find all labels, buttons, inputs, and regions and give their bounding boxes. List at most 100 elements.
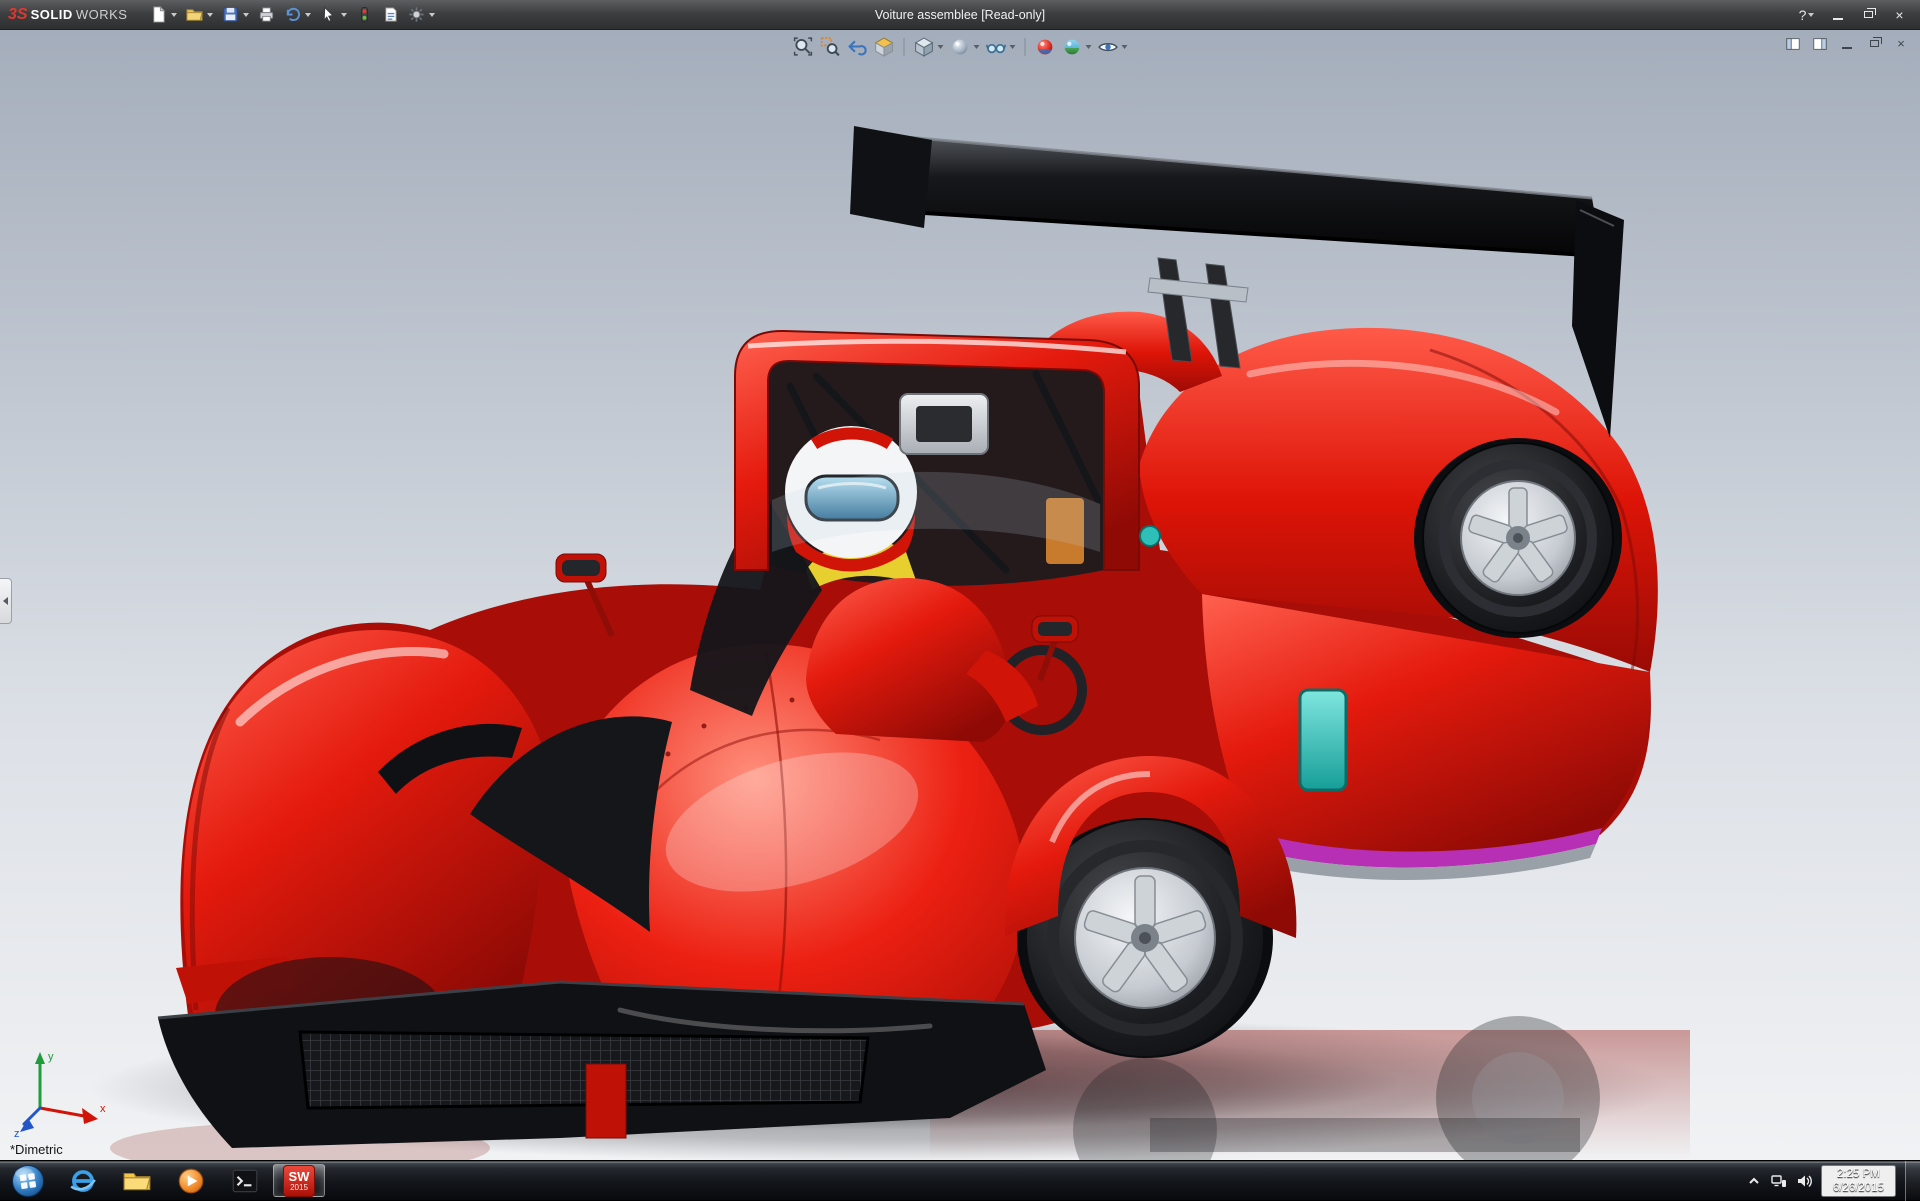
clock-time: 2:25 PM [1837, 1167, 1880, 1181]
system-tray: 2:25 PM 6/26/2015 [1746, 1161, 1920, 1200]
hide-show-items-button[interactable] [984, 34, 1018, 59]
restore-button[interactable] [1854, 4, 1883, 26]
open-button[interactable] [183, 4, 216, 25]
taskbar-item-internet-explorer[interactable] [57, 1164, 109, 1197]
media-player-icon [176, 1166, 206, 1196]
chevron-up-icon [1746, 1173, 1762, 1189]
view-orientation-button[interactable] [912, 34, 946, 59]
dropdown-caret-icon [1010, 45, 1016, 49]
select-button[interactable] [317, 4, 350, 25]
app-name-light: WORKS [76, 7, 128, 22]
zoom-to-fit-button[interactable] [791, 34, 816, 59]
toolbar-separator [1025, 38, 1026, 56]
volume-tray-button[interactable] [1796, 1173, 1812, 1189]
save-button[interactable] [219, 4, 252, 25]
solidworks-logo[interactable]: 3S SOLIDWORKS [8, 6, 127, 24]
scene-ball-icon [1062, 36, 1083, 57]
previous-view-button[interactable] [845, 34, 870, 59]
display-style-button[interactable] [948, 34, 982, 59]
window-title: Voiture assemblee [Read-only] [875, 8, 1045, 22]
taskbar-item-media-player[interactable] [165, 1164, 217, 1197]
open-folder-icon [186, 6, 203, 23]
pane-left-button[interactable] [1782, 34, 1804, 53]
new-document-icon [150, 6, 167, 23]
titlebar: 3S SOLIDWORKS [0, 0, 1920, 30]
taskbar-item-solidworks-2015[interactable]: SW 2015 [273, 1164, 325, 1197]
start-button[interactable] [0, 1161, 56, 1200]
minimize-icon [1842, 47, 1852, 49]
hidden-icons-button[interactable] [1746, 1173, 1762, 1189]
command-prompt-icon [230, 1166, 260, 1196]
triad-z-label: z [14, 1128, 20, 1138]
dropdown-caret-icon [171, 13, 177, 17]
network-icon [1771, 1173, 1787, 1189]
close-button[interactable]: × [1885, 4, 1914, 26]
show-desktop-button[interactable] [1905, 1161, 1920, 1201]
model-canvas[interactable] [0, 30, 1920, 1160]
solidworks-logo-mark-icon: 3S [8, 6, 28, 24]
dropdown-caret-icon [1808, 13, 1814, 17]
document-window-controls: × [1782, 34, 1912, 53]
collapse-sidebar-handle[interactable] [0, 578, 12, 624]
section-view-button[interactable] [872, 34, 897, 59]
clock-date: 6/26/2015 [1833, 1181, 1884, 1195]
car-rear-wheel[interactable] [1414, 438, 1622, 638]
doc-minimize-button[interactable] [1836, 34, 1858, 53]
zoom-to-area-icon [820, 36, 841, 57]
zoom-to-area-button[interactable] [818, 34, 843, 59]
graphics-area[interactable]: × y x z *Dimetric [0, 30, 1920, 1160]
heads-up-toolbar [791, 34, 1130, 59]
new-document-button[interactable] [147, 4, 180, 25]
taskbar-item-command-prompt[interactable] [219, 1164, 271, 1197]
rebuild-icon [356, 6, 373, 23]
triad-x-label: x [100, 1103, 106, 1115]
pane-right-icon [1812, 36, 1828, 52]
speaker-icon [1796, 1173, 1812, 1189]
file-properties-button[interactable] [379, 4, 402, 25]
print-icon [258, 6, 275, 23]
view-settings-button[interactable] [1096, 34, 1130, 59]
pane-right-button[interactable] [1809, 34, 1831, 53]
orientation-triad: y x z [12, 1046, 108, 1138]
taskbar-item-file-explorer[interactable] [111, 1164, 163, 1197]
sw-badge-line2: 2015 [290, 1183, 308, 1192]
triad-y-label: y [48, 1051, 54, 1063]
dropdown-caret-icon [1122, 45, 1128, 49]
doc-close-button[interactable]: × [1890, 34, 1912, 53]
section-view-icon [874, 36, 895, 57]
appearance-ball-icon [1035, 36, 1056, 57]
close-icon: × [1897, 36, 1905, 51]
solidworks-2015-icon: SW 2015 [283, 1165, 315, 1197]
previous-view-icon [847, 36, 868, 57]
eye-icon [1098, 36, 1119, 57]
folder-icon [122, 1166, 152, 1196]
save-icon [222, 6, 239, 23]
restore-icon [1864, 11, 1873, 18]
edit-appearance-button[interactable] [1033, 34, 1058, 59]
car-deck-button[interactable] [1140, 526, 1160, 546]
rebuild-button[interactable] [353, 4, 376, 25]
standard-toolbar [147, 4, 438, 25]
network-tray-button[interactable] [1771, 1173, 1787, 1189]
print-button[interactable] [255, 4, 278, 25]
minimize-icon [1833, 18, 1843, 20]
options-button[interactable] [405, 4, 438, 25]
taskbar-clock[interactable]: 2:25 PM 6/26/2015 [1821, 1165, 1896, 1197]
restore-icon [1870, 40, 1879, 47]
car-intake-box[interactable] [900, 394, 988, 454]
toolbar-separator [904, 38, 905, 56]
dropdown-caret-icon [1086, 45, 1092, 49]
dropdown-caret-icon [429, 13, 435, 17]
apply-scene-button[interactable] [1060, 34, 1094, 59]
app-name-bold: SOLID [31, 7, 73, 22]
windows-start-icon [11, 1164, 45, 1198]
arrow-left-icon [3, 597, 8, 605]
cursor-icon [320, 6, 337, 23]
car-side-window[interactable] [1300, 690, 1346, 790]
file-properties-icon [382, 6, 399, 23]
undo-button[interactable] [281, 4, 314, 25]
doc-restore-button[interactable] [1863, 34, 1885, 53]
help-button[interactable]: ? [1792, 4, 1821, 26]
minimize-button[interactable] [1823, 4, 1852, 26]
pane-left-icon [1785, 36, 1801, 52]
